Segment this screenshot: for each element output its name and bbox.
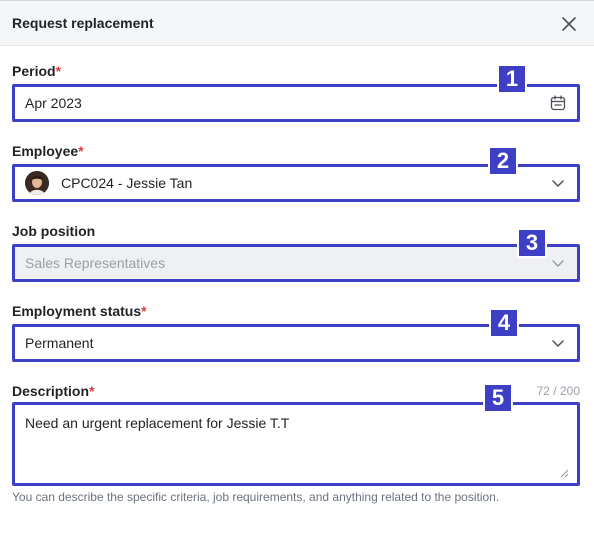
job-position-value: Sales Representatives <box>25 255 166 271</box>
description-textarea[interactable]: Need an urgent replacement for Jessie T.… <box>12 402 580 486</box>
description-value: Need an urgent replacement for Jessie T.… <box>25 415 290 431</box>
required-mark: * <box>89 383 95 399</box>
employee-value: CPC024 - Jessie Tan <box>61 175 193 191</box>
dialog-title: Request replacement <box>12 15 154 31</box>
required-mark: * <box>141 303 147 319</box>
period-field[interactable]: Apr 2023 <box>12 84 580 122</box>
employment-status-value: Permanent <box>25 335 94 351</box>
chevron-down-icon[interactable] <box>549 334 567 352</box>
chevron-down-icon[interactable] <box>549 174 567 192</box>
period-label: Period* <box>12 63 62 79</box>
job-position-label: Job position <box>12 223 96 239</box>
character-counter: 72 / 200 <box>536 384 580 398</box>
close-icon <box>562 17 576 31</box>
required-mark: * <box>78 143 84 159</box>
calendar-icon[interactable] <box>549 94 567 112</box>
annotation-badge-4: 4 <box>489 308 519 338</box>
close-button[interactable] <box>558 13 580 35</box>
employee-label: Employee* <box>12 143 84 159</box>
period-value: Apr 2023 <box>25 95 82 111</box>
annotation-badge-5: 5 <box>483 383 513 413</box>
annotation-badge-3: 3 <box>517 228 547 258</box>
job-position-select: Sales Representatives <box>12 244 580 282</box>
avatar <box>25 171 49 195</box>
description-label: Description* <box>12 383 95 399</box>
annotation-badge-2: 2 <box>488 146 518 176</box>
required-mark: * <box>55 63 62 79</box>
chevron-down-icon <box>549 254 567 272</box>
employment-status-label: Employment status* <box>12 303 147 319</box>
resize-handle-icon[interactable] <box>559 465 569 478</box>
annotation-badge-1: 1 <box>497 64 527 94</box>
dialog-header: Request replacement <box>0 0 594 46</box>
description-helper-text: You can describe the specific criteria, … <box>12 490 500 504</box>
